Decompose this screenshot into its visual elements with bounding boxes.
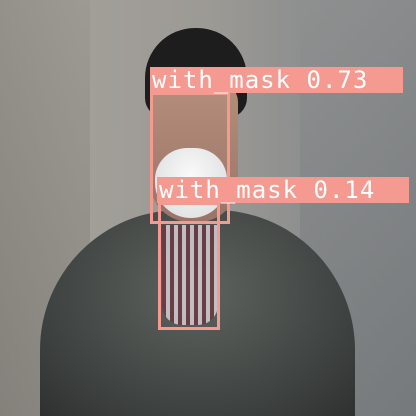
detection-box-2 (158, 202, 220, 330)
detection-label-2: with_mask 0.14 (157, 177, 409, 203)
detection-label-1: with_mask 0.73 (150, 67, 403, 93)
